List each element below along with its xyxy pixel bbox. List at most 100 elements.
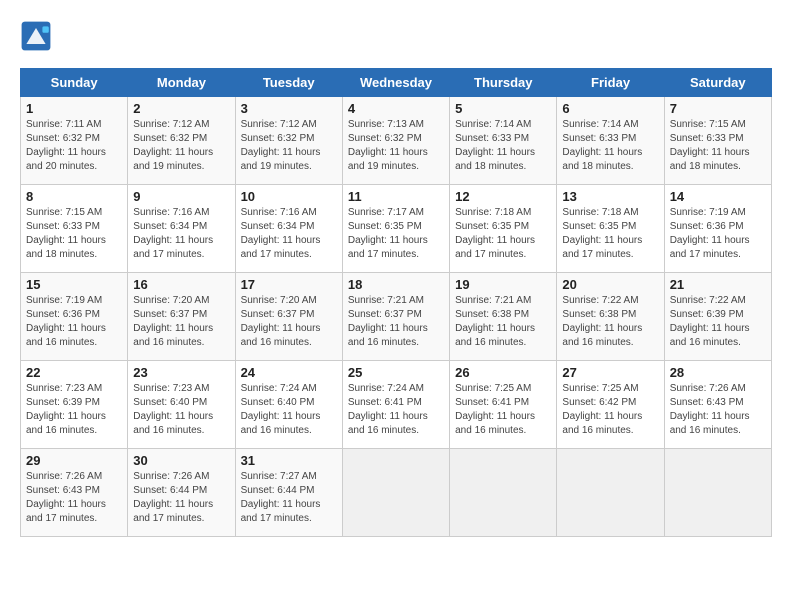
header <box>20 20 772 52</box>
day-number: 23 <box>133 365 229 380</box>
day-cell: 30 Sunrise: 7:26 AM Sunset: 6:44 PM Dayli… <box>128 449 235 537</box>
week-row-5: 29 Sunrise: 7:26 AM Sunset: 6:43 PM Dayli… <box>21 449 772 537</box>
week-row-3: 15 Sunrise: 7:19 AM Sunset: 6:36 PM Dayli… <box>21 273 772 361</box>
day-cell: 31Sunrise: 7:27 AM Sunset: 6:44 PM Dayli… <box>235 449 342 537</box>
day-number: 7 <box>670 101 766 116</box>
day-info: Sunrise: 7:12 AM Sunset: 6:32 PM Dayligh… <box>241 118 337 174</box>
day-info: Sunrise: 7:13 AM Sunset: 6:32 PM Dayligh… <box>348 118 444 174</box>
day-number: 27 <box>562 365 658 380</box>
day-info: Sunrise: 7:25 AM Sunset: 6:41 PM Dayligh… <box>455 382 551 438</box>
day-cell: 11Sunrise: 7:17 AM Sunset: 6:35 PM Dayli… <box>342 185 449 273</box>
day-info: Sunrise: 7:22 AM Sunset: 6:38 PM Dayligh… <box>562 294 658 350</box>
day-cell: 8 Sunrise: 7:15 AM Sunset: 6:33 PM Daylig… <box>21 185 128 273</box>
day-cell: 6 Sunrise: 7:14 AM Sunset: 6:33 PM Daylig… <box>557 97 664 185</box>
day-info: Sunrise: 7:15 AM Sunset: 6:33 PM Dayligh… <box>26 206 122 262</box>
day-number: 19 <box>455 277 551 292</box>
week-row-1: 1 Sunrise: 7:11 AM Sunset: 6:32 PM Daylig… <box>21 97 772 185</box>
day-info: Sunrise: 7:12 AM Sunset: 6:32 PM Dayligh… <box>133 118 229 174</box>
day-info: Sunrise: 7:19 AM Sunset: 6:36 PM Dayligh… <box>670 206 766 262</box>
day-header-wednesday: Wednesday <box>342 69 449 97</box>
day-cell: 20Sunrise: 7:22 AM Sunset: 6:38 PM Dayli… <box>557 273 664 361</box>
day-info: Sunrise: 7:21 AM Sunset: 6:38 PM Dayligh… <box>455 294 551 350</box>
day-info: Sunrise: 7:11 AM Sunset: 6:32 PM Dayligh… <box>26 118 122 174</box>
day-number: 30 <box>133 453 229 468</box>
day-number: 11 <box>348 189 444 204</box>
day-number: 22 <box>26 365 122 380</box>
day-header-saturday: Saturday <box>664 69 771 97</box>
day-info: Sunrise: 7:18 AM Sunset: 6:35 PM Dayligh… <box>562 206 658 262</box>
day-info: Sunrise: 7:24 AM Sunset: 6:40 PM Dayligh… <box>241 382 337 438</box>
day-cell: 13 Sunrise: 7:18 AM Sunset: 6:35 PM Dayli… <box>557 185 664 273</box>
day-cell <box>342 449 449 537</box>
day-cell: 5Sunrise: 7:14 AM Sunset: 6:33 PM Daylig… <box>450 97 557 185</box>
day-cell: 10 Sunrise: 7:16 AM Sunset: 6:34 PM Dayli… <box>235 185 342 273</box>
day-number: 26 <box>455 365 551 380</box>
day-info: Sunrise: 7:16 AM Sunset: 6:34 PM Dayligh… <box>133 206 229 262</box>
day-number: 3 <box>241 101 337 116</box>
day-number: 25 <box>348 365 444 380</box>
day-header-friday: Friday <box>557 69 664 97</box>
day-info: Sunrise: 7:26 AM Sunset: 6:43 PM Dayligh… <box>26 470 122 526</box>
day-cell: 18Sunrise: 7:21 AM Sunset: 6:37 PM Dayli… <box>342 273 449 361</box>
day-number: 14 <box>670 189 766 204</box>
day-number: 1 <box>26 101 122 116</box>
day-info: Sunrise: 7:22 AM Sunset: 6:39 PM Dayligh… <box>670 294 766 350</box>
day-info: Sunrise: 7:23 AM Sunset: 6:39 PM Dayligh… <box>26 382 122 438</box>
day-info: Sunrise: 7:25 AM Sunset: 6:42 PM Dayligh… <box>562 382 658 438</box>
day-number: 9 <box>133 189 229 204</box>
day-info: Sunrise: 7:26 AM Sunset: 6:43 PM Dayligh… <box>670 382 766 438</box>
day-cell: 29 Sunrise: 7:26 AM Sunset: 6:43 PM Dayli… <box>21 449 128 537</box>
day-header-thursday: Thursday <box>450 69 557 97</box>
day-number: 10 <box>241 189 337 204</box>
day-cell: 9 Sunrise: 7:16 AM Sunset: 6:34 PM Daylig… <box>128 185 235 273</box>
day-info: Sunrise: 7:21 AM Sunset: 6:37 PM Dayligh… <box>348 294 444 350</box>
day-info: Sunrise: 7:20 AM Sunset: 6:37 PM Dayligh… <box>133 294 229 350</box>
day-cell: 24 Sunrise: 7:24 AM Sunset: 6:40 PM Dayli… <box>235 361 342 449</box>
day-info: Sunrise: 7:14 AM Sunset: 6:33 PM Dayligh… <box>562 118 658 174</box>
day-header-sunday: Sunday <box>21 69 128 97</box>
week-row-2: 8 Sunrise: 7:15 AM Sunset: 6:33 PM Daylig… <box>21 185 772 273</box>
day-cell: 16 Sunrise: 7:20 AM Sunset: 6:37 PM Dayli… <box>128 273 235 361</box>
day-info: Sunrise: 7:23 AM Sunset: 6:40 PM Dayligh… <box>133 382 229 438</box>
day-number: 15 <box>26 277 122 292</box>
day-cell: 26 Sunrise: 7:25 AM Sunset: 6:41 PM Dayli… <box>450 361 557 449</box>
day-number: 21 <box>670 277 766 292</box>
day-cell: 28 Sunrise: 7:26 AM Sunset: 6:43 PM Dayli… <box>664 361 771 449</box>
day-number: 17 <box>241 277 337 292</box>
day-cell: 27 Sunrise: 7:25 AM Sunset: 6:42 PM Dayli… <box>557 361 664 449</box>
day-number: 28 <box>670 365 766 380</box>
day-cell: 22 Sunrise: 7:23 AM Sunset: 6:39 PM Dayli… <box>21 361 128 449</box>
day-cell: 2 Sunrise: 7:12 AM Sunset: 6:32 PM Daylig… <box>128 97 235 185</box>
day-number: 2 <box>133 101 229 116</box>
day-cell: 25 Sunrise: 7:24 AM Sunset: 6:41 PM Dayli… <box>342 361 449 449</box>
day-number: 12 <box>455 189 551 204</box>
day-cell: 4 Sunrise: 7:13 AM Sunset: 6:32 PM Daylig… <box>342 97 449 185</box>
days-header-row: SundayMondayTuesdayWednesdayThursdayFrid… <box>21 69 772 97</box>
day-info: Sunrise: 7:26 AM Sunset: 6:44 PM Dayligh… <box>133 470 229 526</box>
day-number: 6 <box>562 101 658 116</box>
day-info: Sunrise: 7:27 AM Sunset: 6:44 PM Dayligh… <box>241 470 337 526</box>
day-cell: 14 Sunrise: 7:19 AM Sunset: 6:36 PM Dayli… <box>664 185 771 273</box>
day-info: Sunrise: 7:16 AM Sunset: 6:34 PM Dayligh… <box>241 206 337 262</box>
day-info: Sunrise: 7:24 AM Sunset: 6:41 PM Dayligh… <box>348 382 444 438</box>
day-number: 4 <box>348 101 444 116</box>
day-number: 5 <box>455 101 551 116</box>
day-cell: 17 Sunrise: 7:20 AM Sunset: 6:37 PM Dayli… <box>235 273 342 361</box>
day-header-tuesday: Tuesday <box>235 69 342 97</box>
day-header-monday: Monday <box>128 69 235 97</box>
week-row-4: 22 Sunrise: 7:23 AM Sunset: 6:39 PM Dayli… <box>21 361 772 449</box>
day-number: 24 <box>241 365 337 380</box>
day-number: 16 <box>133 277 229 292</box>
day-info: Sunrise: 7:20 AM Sunset: 6:37 PM Dayligh… <box>241 294 337 350</box>
day-cell: 12Sunrise: 7:18 AM Sunset: 6:35 PM Dayli… <box>450 185 557 273</box>
day-number: 13 <box>562 189 658 204</box>
logo <box>20 20 56 52</box>
day-info: Sunrise: 7:19 AM Sunset: 6:36 PM Dayligh… <box>26 294 122 350</box>
day-cell: 15 Sunrise: 7:19 AM Sunset: 6:36 PM Dayli… <box>21 273 128 361</box>
day-number: 29 <box>26 453 122 468</box>
day-cell: 19 Sunrise: 7:21 AM Sunset: 6:38 PM Dayli… <box>450 273 557 361</box>
day-cell: 23 Sunrise: 7:23 AM Sunset: 6:40 PM Dayli… <box>128 361 235 449</box>
day-number: 8 <box>26 189 122 204</box>
day-cell: 3 Sunrise: 7:12 AM Sunset: 6:32 PM Daylig… <box>235 97 342 185</box>
day-cell: 21 Sunrise: 7:22 AM Sunset: 6:39 PM Dayli… <box>664 273 771 361</box>
